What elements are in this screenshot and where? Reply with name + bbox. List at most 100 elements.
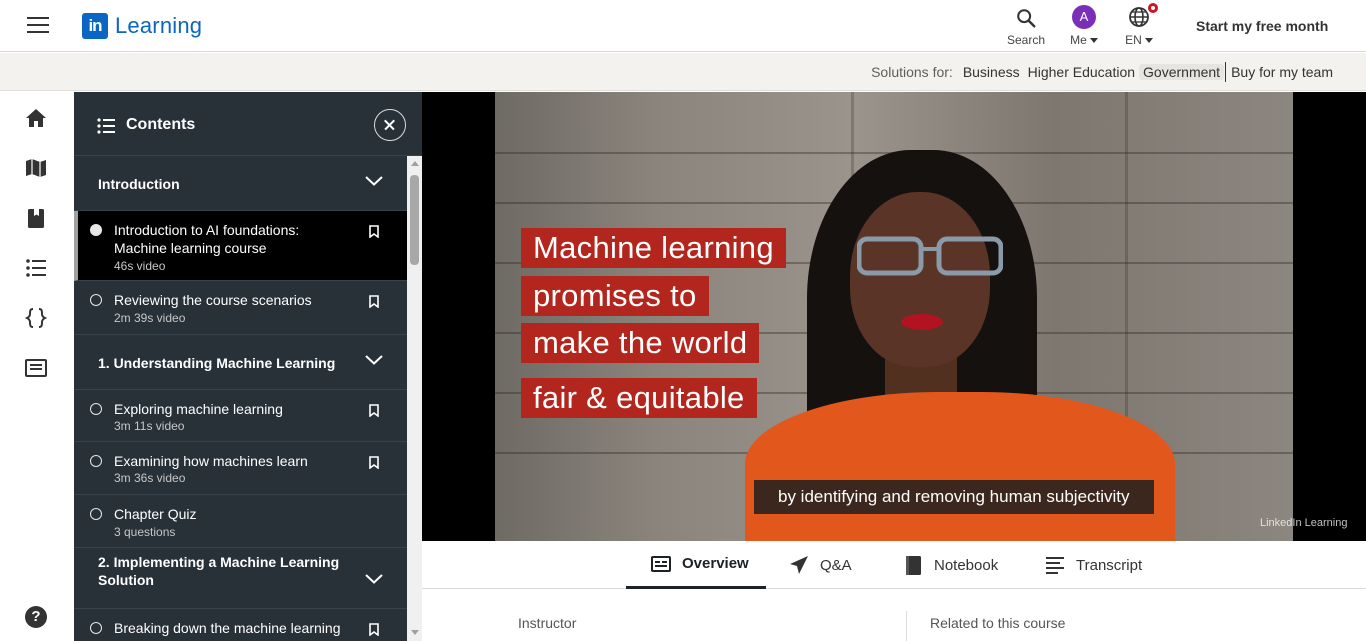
overlay-text-line: fair & equitable [521,378,757,418]
search-label: Search [1007,33,1046,47]
presenter-shirt [745,392,1175,541]
bookmark-icon[interactable] [369,404,379,417]
notification-badge [1146,1,1160,15]
send-icon [790,556,808,574]
glasses [857,236,1003,276]
list-item[interactable]: Examining how machines learn 3m 36s vide… [74,442,407,495]
progress-circle-icon [90,508,102,520]
code-braces-icon[interactable] [24,306,48,330]
contents-list: Introduction Introduction to AI foundati… [74,156,407,641]
progress-dot-icon [90,224,102,236]
list-item[interactable]: Breaking down the machine learning life … [74,609,407,641]
item-title: Reviewing the course scenarios [114,292,312,308]
search-icon [1017,9,1036,28]
tab-label: Transcript [1076,556,1143,574]
overlay-text-line: make the world [521,323,760,363]
logo-text: Learning [115,13,203,38]
list-item[interactable]: Chapter Quiz 3 questions [74,495,407,548]
video-player[interactable]: Machine learning promises to make the wo… [422,92,1366,541]
section-title: 2. Implementing a Machine Learning Solut… [98,554,340,588]
notebook-icon [906,556,921,575]
presenter-lips [901,314,943,330]
section-header[interactable]: 2. Implementing a Machine Learning Solut… [74,548,407,609]
hamburger-menu-icon[interactable] [27,17,49,33]
top-navigation: in Learning Search A Me EN Start my free… [0,0,1366,52]
contents-list-icon [97,118,115,134]
list-item[interactable]: Introduction to AI foundations: Machine … [74,211,407,281]
help-icon[interactable]: ? [25,606,47,628]
progress-circle-icon [90,455,102,467]
linkedin-learning-watermark: LinkedIn Learning [1260,517,1348,529]
instructor-heading: Instructor [518,615,577,631]
progress-circle-icon [90,294,102,306]
close-icon[interactable] [374,109,406,141]
buy-for-my-team-link[interactable]: Buy for my team [1227,64,1337,80]
related-heading: Related to this course [930,615,1066,631]
chevron-down-icon [1144,38,1153,44]
solutions-government-link[interactable]: Government [1139,64,1225,80]
tab-label: Notebook [934,556,999,574]
chevron-down-icon [1089,38,1098,44]
map-icon[interactable] [24,156,48,180]
chevron-down-icon [365,355,383,365]
list-item[interactable]: Reviewing the course scenarios 2m 39s vi… [74,281,407,335]
tab-overview[interactable]: Overview [626,541,766,589]
item-title: Exploring machine learning [114,401,283,417]
linkedin-logo-mark: in [82,13,108,39]
section-title: Introduction [98,176,180,192]
transcript-icon [1046,557,1064,574]
item-meta: 3m 11s video [114,419,185,433]
left-rail [0,92,74,641]
me-label: Me [1070,33,1087,47]
overlay-text-line: promises to [521,276,709,316]
item-title: Breaking down the machine learning life … [114,620,341,641]
avatar: A [1072,5,1096,29]
item-title: Chapter Quiz [114,506,197,522]
chevron-down-icon [365,176,383,186]
bookmark-icon[interactable] [369,623,379,636]
solutions-higher-education-link[interactable]: Higher Education [1024,64,1139,80]
solutions-divider [1225,62,1227,82]
divider [906,611,907,641]
section-title: 1. Understanding Machine Learning [98,355,336,371]
item-meta: 2m 39s video [114,311,186,325]
tab-transcript[interactable]: Transcript [1044,541,1142,589]
bookmark-icon[interactable] [369,295,379,308]
course-details: Instructor Related to this course [422,589,1366,641]
me-menu[interactable]: A Me [1066,5,1102,47]
section-header[interactable]: Introduction [74,156,407,211]
home-icon[interactable] [24,106,48,130]
scroll-down-arrow-icon[interactable] [411,630,419,635]
bookmark-icon[interactable] [369,456,379,469]
language-label: EN [1125,33,1142,47]
tab-notebook[interactable]: Notebook [902,541,998,589]
list-item[interactable]: Exploring machine learning 3m 11s video [74,390,407,442]
language-menu[interactable]: EN [1122,1,1160,47]
tab-label: Q&A [820,556,852,574]
tab-label: Overview [682,555,749,572]
solutions-bar: Solutions for: Business Higher Education… [0,53,1366,91]
solutions-label: Solutions for: [871,64,953,80]
scroll-up-arrow-icon[interactable] [411,161,419,166]
linkedin-learning-logo[interactable]: in Learning [82,13,202,39]
contents-list-icon[interactable] [24,256,48,280]
item-meta: 3m 36s video [114,471,186,485]
section-header[interactable]: 1. Understanding Machine Learning [74,335,407,390]
tab-qa[interactable]: Q&A [788,541,852,589]
video-frame: Machine learning promises to make the wo… [495,92,1347,541]
solutions-business-link[interactable]: Business [959,64,1024,80]
presenter-face [850,192,990,367]
video-caption: by identifying and removing human subjec… [754,480,1154,514]
overview-icon [651,555,671,572]
start-free-month-link[interactable]: Start my free month [1196,18,1328,34]
contents-panel: Contents Introduction Introduction to AI… [74,92,422,641]
contents-scrollbar[interactable] [407,156,422,641]
item-title: Introduction to AI foundations: Machine … [114,222,300,256]
notes-icon[interactable] [24,356,48,380]
contents-title: Contents [126,116,196,133]
bookmark-icon[interactable] [369,225,379,238]
search-button[interactable]: Search [1007,5,1045,47]
book-icon[interactable] [24,206,48,230]
overlay-text-line: Machine learning [521,228,786,268]
scrollbar-thumb[interactable] [410,175,419,265]
